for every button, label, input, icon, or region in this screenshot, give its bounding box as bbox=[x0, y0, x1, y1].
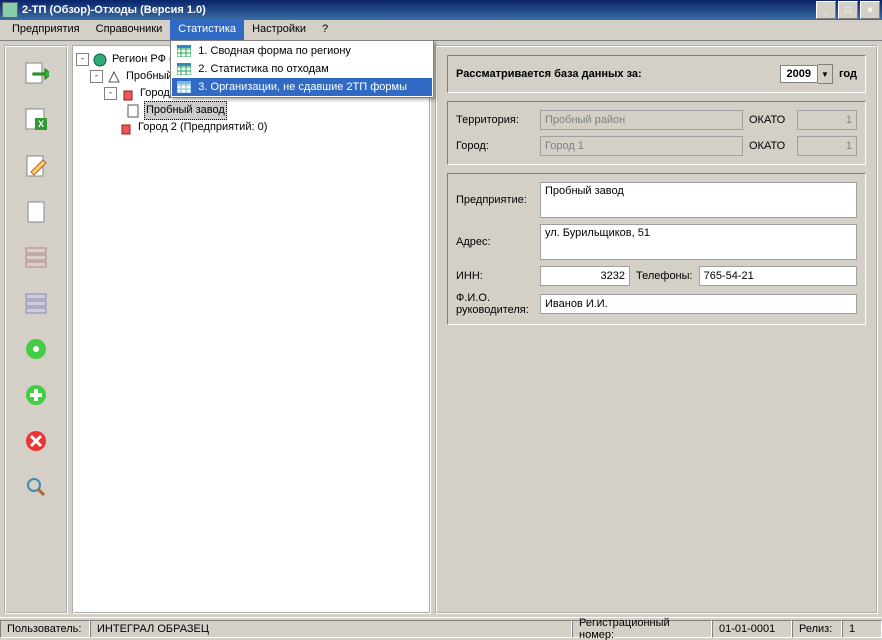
list1-button[interactable] bbox=[20, 241, 52, 273]
window-title: 2-ТП (Обзор)-Отходы (Версия 1.0) bbox=[22, 4, 814, 16]
app-icon bbox=[2, 2, 18, 18]
territory-label: Территория: bbox=[456, 114, 534, 126]
status-reg: 01-01-0001 bbox=[712, 620, 792, 638]
dd-label: 1. Сводная форма по региону bbox=[198, 45, 351, 57]
svg-text:X: X bbox=[38, 119, 44, 129]
tree-label: Город 2 (Предприятий: 0) bbox=[136, 119, 269, 136]
export-button[interactable] bbox=[20, 57, 52, 89]
table-icon bbox=[176, 44, 192, 58]
tree-label: Регион РФ ( bbox=[110, 51, 175, 68]
dd-label: 2. Статистика по отходам bbox=[198, 63, 328, 75]
address-label: Адрес: bbox=[456, 236, 534, 248]
status-user: ИНТЕГРАЛ ОБРАЗЕЦ bbox=[90, 620, 572, 638]
enterprise-field[interactable]: Пробный завод bbox=[540, 182, 857, 218]
tree-label: Город bbox=[138, 85, 172, 102]
okato1-field bbox=[797, 110, 857, 130]
city-label: Город: bbox=[456, 140, 534, 152]
status-rel-lbl: Релиз: bbox=[792, 620, 842, 638]
statistics-dropdown: 1. Сводная форма по региону 2. Статистик… bbox=[170, 40, 434, 98]
collapse-icon[interactable]: - bbox=[104, 87, 117, 100]
minimize-button[interactable]: _ bbox=[816, 1, 836, 19]
add-button[interactable] bbox=[20, 379, 52, 411]
fio-field[interactable] bbox=[540, 294, 857, 314]
globe-icon bbox=[92, 52, 107, 67]
statusbar: Пользователь: ИНТЕГРАЛ ОБРАЗЕЦ Регистрац… bbox=[0, 617, 882, 640]
fio-label: Ф.И.О.руководителя: bbox=[456, 292, 534, 316]
titlebar: 2-ТП (Обзор)-Отходы (Версия 1.0) _ □ × bbox=[0, 0, 882, 20]
maximize-button[interactable]: □ bbox=[838, 1, 858, 19]
dd-item-missing-orgs[interactable]: 3. Организации, не сдавшие 2ТП формы bbox=[172, 78, 432, 96]
table-icon bbox=[176, 62, 192, 76]
new-button[interactable] bbox=[20, 195, 52, 227]
tree-city2[interactable]: Город 2 (Предприятий: 0) bbox=[76, 119, 427, 136]
toolbar: X bbox=[4, 45, 68, 614]
search-button[interactable] bbox=[20, 471, 52, 503]
enterprise-label: Предприятие: bbox=[456, 194, 534, 206]
okato2-field bbox=[797, 136, 857, 156]
region-icon bbox=[106, 69, 121, 84]
okato-label: ОКАТО bbox=[749, 114, 791, 126]
excel-button[interactable]: X bbox=[20, 103, 52, 135]
menubar: Предприятия Справочники Статистика 1. Св… bbox=[0, 20, 882, 41]
menu-statistics-label: Статистика bbox=[178, 23, 236, 35]
status-rel: 1 bbox=[842, 620, 882, 638]
year-suffix: год bbox=[839, 68, 857, 80]
menu-statistics[interactable]: Статистика 1. Сводная форма по региону 2… bbox=[170, 20, 244, 40]
ok-button[interactable] bbox=[20, 333, 52, 365]
dd-item-waste-stats[interactable]: 2. Статистика по отходам bbox=[172, 60, 432, 78]
collapse-icon[interactable]: - bbox=[76, 53, 89, 66]
dd-item-summary[interactable]: 1. Сводная форма по региону bbox=[172, 42, 432, 60]
year-dropdown-button[interactable]: ▼ bbox=[818, 64, 833, 84]
menu-directories[interactable]: Справочники bbox=[88, 20, 171, 40]
tree-panel: - Регион РФ ( - Пробный - Город Пробный … bbox=[72, 45, 431, 614]
menu-enterprises[interactable]: Предприятия bbox=[4, 20, 88, 40]
doc-icon bbox=[126, 103, 141, 118]
year-value: 2009 bbox=[780, 65, 818, 83]
okato-label: ОКАТО bbox=[749, 140, 791, 152]
status-reg-lbl: Регистрационный номер: bbox=[572, 620, 712, 638]
edit-button[interactable] bbox=[20, 149, 52, 181]
db-header: Рассматривается база данных за: bbox=[456, 68, 780, 80]
tree-plant[interactable]: Пробный завод bbox=[76, 102, 427, 119]
phone-field[interactable] bbox=[699, 266, 857, 286]
menu-help[interactable]: ? bbox=[314, 20, 336, 40]
inn-label: ИНН: bbox=[456, 270, 534, 282]
status-user-lbl: Пользователь: bbox=[0, 620, 90, 638]
territory-field bbox=[540, 110, 743, 130]
dd-label: 3. Организации, не сдавшие 2ТП формы bbox=[198, 81, 407, 93]
tree-label-selected: Пробный завод bbox=[144, 101, 227, 120]
collapse-icon[interactable]: - bbox=[90, 70, 103, 83]
city-field bbox=[540, 136, 743, 156]
city-icon bbox=[118, 120, 133, 135]
menu-settings[interactable]: Настройки bbox=[244, 20, 314, 40]
form-panel: Рассматривается база данных за: 2009 ▼ г… bbox=[435, 45, 878, 614]
phone-label: Телефоны: bbox=[636, 270, 693, 282]
address-field[interactable]: ул. Бурильщиков, 51 bbox=[540, 224, 857, 260]
list2-button[interactable] bbox=[20, 287, 52, 319]
city-icon bbox=[120, 86, 135, 101]
inn-field[interactable] bbox=[540, 266, 630, 286]
close-button[interactable]: × bbox=[860, 1, 880, 19]
table-icon bbox=[176, 80, 192, 94]
delete-button[interactable] bbox=[20, 425, 52, 457]
tree-label: Пробный bbox=[124, 68, 175, 85]
